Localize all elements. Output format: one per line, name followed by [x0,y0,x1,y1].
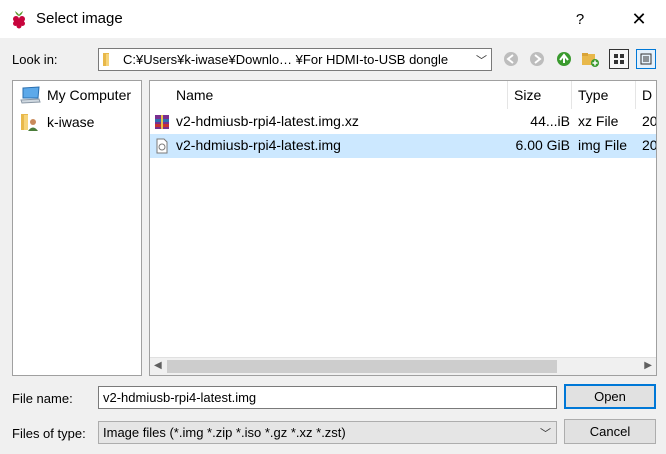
file-name-input[interactable] [98,386,557,409]
table-row[interactable]: v2-hdmiusb-rpi4-latest.img.xz 44...iB xz… [150,110,657,134]
file-type-label: Files of type: [12,426,86,441]
title-bar: Select image ? ✕ [0,0,666,38]
file-size: 44...iB [530,113,570,129]
forward-icon[interactable] [528,50,546,68]
chevron-down-icon: ﹀ [540,428,551,440]
back-icon[interactable] [502,50,520,68]
chevron-down-icon: ﹀ [476,55,487,67]
file-name: v2-hdmiusb-rpi4-latest.img [176,137,341,153]
open-button[interactable]: Open [564,384,656,409]
scrollbar-thumb[interactable] [167,360,557,373]
user-folder-icon [21,114,38,131]
sidebar-item-my-computer[interactable]: My Computer [19,84,131,106]
close-button[interactable]: ✕ [612,0,666,38]
help-button[interactable]: ? [560,0,600,38]
file-date: 20 [642,137,657,153]
image-file-icon [156,138,168,154]
column-header-size[interactable]: Size [508,81,572,109]
scroll-right-icon[interactable]: ▶ [644,360,652,371]
computer-icon [20,86,41,104]
new-folder-icon[interactable] [581,50,599,68]
select-image-dialog: Select image ? ✕ Look in: C:¥Users¥k-iwa… [0,0,666,454]
file-type-select[interactable]: Image files (*.img *.zip *.iso *.gz *.xz… [98,421,557,444]
file-list[interactable]: Name Size Type D v2-hdmiusb-rpi4-latest.… [149,80,657,376]
file-type: xz File [578,113,619,129]
detail-view-icon[interactable] [636,49,656,69]
sidebar: My Computer k-iwase [12,80,142,376]
raspberry-icon [13,11,25,29]
look-in-path: C:¥Users¥k-iwase¥Downlo… ¥For HDMI-to-US… [123,52,449,67]
window-title: Select image [36,10,123,27]
column-header-date[interactable]: D [636,81,656,109]
look-in-label: Look in: [12,52,58,67]
file-name-label: File name: [12,391,73,406]
file-type-value: Image files (*.img *.zip *.iso *.gz *.xz… [103,425,346,440]
folder-icon [103,53,109,66]
sidebar-item-label: My Computer [47,87,132,103]
file-name: v2-hdmiusb-rpi4-latest.img.xz [176,113,359,129]
file-type: img File [578,137,628,153]
parent-folder-icon[interactable] [555,50,573,68]
archive-icon [155,115,169,129]
look-in-combo[interactable]: C:¥Users¥k-iwase¥Downlo… ¥For HDMI-to-US… [98,48,492,71]
sidebar-item-k-iwase[interactable]: k-iwase [19,111,94,133]
file-size: 6.00 GiB [515,137,570,153]
cancel-button[interactable]: Cancel [564,419,656,444]
column-header-type[interactable]: Type [572,81,636,109]
list-view-icon[interactable] [609,49,629,69]
file-date: 20 [642,113,657,129]
scroll-left-icon[interactable]: ◀ [154,360,162,371]
horizontal-scrollbar[interactable]: ◀ ▶ [150,357,656,375]
sidebar-item-label: k-iwase [47,114,95,130]
table-row[interactable]: v2-hdmiusb-rpi4-latest.img 6.00 GiB img … [150,134,657,158]
column-header-name[interactable]: Name [170,81,508,109]
